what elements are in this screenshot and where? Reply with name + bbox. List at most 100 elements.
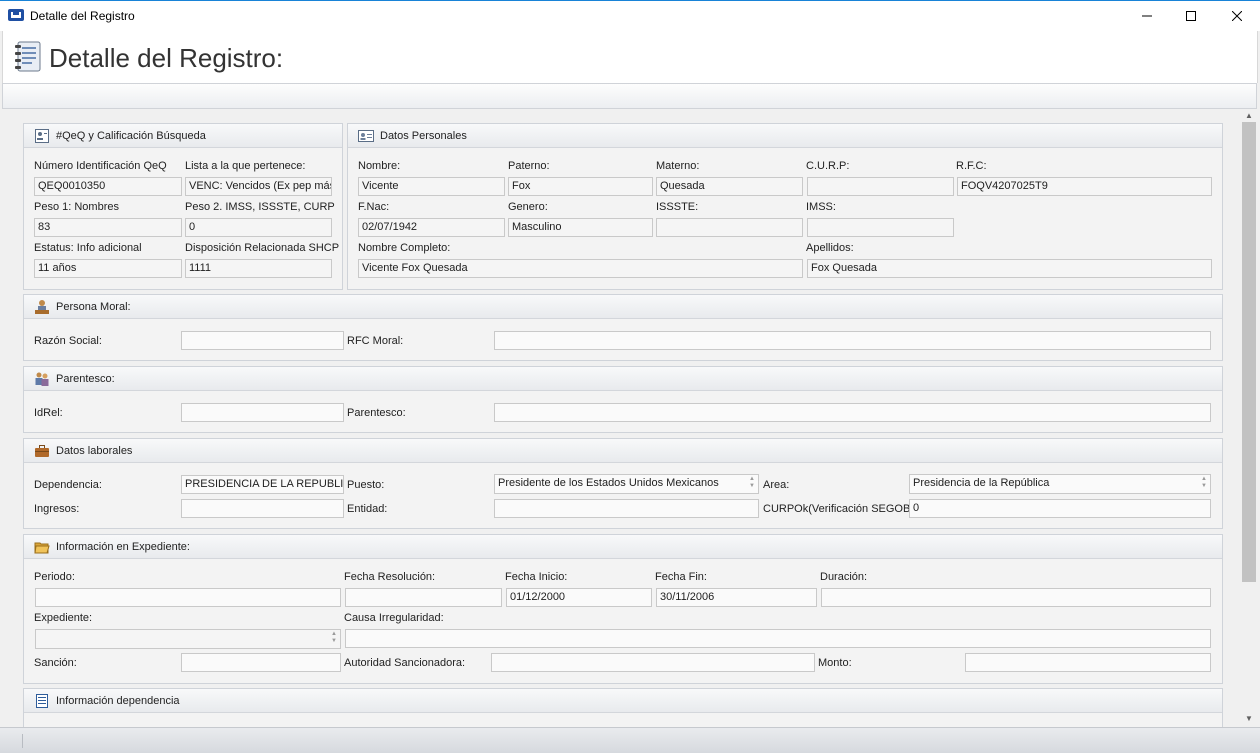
disposicion-field[interactable]: 1111 <box>185 259 332 278</box>
sancion-field[interactable] <box>181 653 341 672</box>
fecha-fin-label: Fecha Fin: <box>655 571 707 583</box>
curpok-field[interactable]: 0 <box>909 499 1211 518</box>
numero-field[interactable]: QEQ0010350 <box>34 177 182 196</box>
puesto-field[interactable]: Presidente de los Estados Unidos Mexican… <box>494 474 759 494</box>
spin-arrows-icon[interactable]: ▲ ▼ <box>1201 476 1207 490</box>
apellidos-field[interactable]: Fox Quesada <box>807 259 1212 278</box>
group-persona-moral: Persona Moral: Razón Social: RFC Moral: <box>23 294 1223 361</box>
minimize-button[interactable] <box>1124 1 1170 31</box>
close-icon <box>1232 11 1242 21</box>
window-title: Detalle del Registro <box>30 9 135 23</box>
dependencia-label: Dependencia: <box>34 479 102 491</box>
area-value: Presidencia de la República <box>913 477 1050 489</box>
duracion-field[interactable] <box>821 588 1211 607</box>
autoridad-field[interactable] <box>491 653 815 672</box>
toolbar <box>2 83 1257 109</box>
group-parentesco: Parentesco: IdRel: Parentesco: <box>23 366 1223 433</box>
imss-field[interactable] <box>807 218 954 237</box>
rfc-field[interactable]: FOQV4207025T9 <box>957 177 1212 196</box>
monto-label: Monto: <box>818 657 852 669</box>
people-icon <box>35 372 49 386</box>
maximize-button[interactable] <box>1168 1 1214 31</box>
area-field[interactable]: Presidencia de la República ▲ ▼ <box>909 474 1211 494</box>
fecha-resolucion-field[interactable] <box>345 588 502 607</box>
group-personales-header: Datos Personales <box>348 124 1222 148</box>
nombre-completo-label: Nombre Completo: <box>358 242 451 254</box>
page-header: Detalle del Registro: <box>2 31 1258 83</box>
estatus-field[interactable]: 11 años <box>34 259 182 278</box>
area-label: Area: <box>763 479 790 491</box>
monto-field[interactable] <box>965 653 1211 672</box>
sancion-label: Sanción: <box>34 657 77 669</box>
peso1-field[interactable]: 83 <box>34 218 182 237</box>
nombre-field[interactable]: Vicente <box>358 177 505 196</box>
duracion-label: Duración: <box>820 571 868 583</box>
nombre-label: Nombre: <box>358 160 401 172</box>
peso2-label: Peso 2. IMSS, ISSSTE, CURP <box>185 201 335 213</box>
group-laborales-header: Datos laborales <box>24 439 1222 463</box>
scrollbar-thumb[interactable] <box>1242 122 1256 582</box>
folder-icon <box>34 542 50 553</box>
ingresos-field[interactable] <box>181 499 344 518</box>
rfc-moral-label: RFC Moral: <box>347 335 404 347</box>
issste-field[interactable] <box>656 218 803 237</box>
expediente-field[interactable]: ▲ ▼ <box>35 629 341 649</box>
rfc-moral-field[interactable] <box>494 331 1211 350</box>
razon-social-label: Razón Social: <box>34 335 102 347</box>
entidad-field[interactable] <box>494 499 759 518</box>
group-info-dependencia-title: Información dependencia <box>56 694 180 707</box>
scroll-down-icon[interactable]: ▼ <box>1244 714 1254 724</box>
dependencia-field[interactable]: PRESIDENCIA DE LA REPUBLICA <box>181 475 344 494</box>
periodo-label: Periodo: <box>34 571 75 583</box>
periodo-field[interactable] <box>35 588 341 607</box>
close-button[interactable] <box>1214 1 1260 31</box>
entidad-label: Entidad: <box>347 503 388 515</box>
peso2-field[interactable]: 0 <box>185 218 332 237</box>
group-datos-laborales: Datos laborales Dependencia: PRESIDENCIA… <box>23 438 1223 529</box>
genero-label: Genero: <box>508 201 548 213</box>
minimize-icon <box>1142 15 1152 17</box>
window-titlebar: Detalle del Registro <box>0 0 1260 31</box>
curp-field[interactable] <box>807 177 954 196</box>
numero-label: Número Identificación QeQ <box>34 160 167 172</box>
fecha-fin-field[interactable]: 30/11/2006 <box>656 588 817 607</box>
vertical-scrollbar[interactable]: ▲ ▼ <box>1240 110 1258 727</box>
estatus-label: Estatus: Info adicional <box>34 242 142 254</box>
spin-arrows-icon[interactable]: ▲ ▼ <box>749 476 755 490</box>
causa-field[interactable] <box>345 629 1211 648</box>
notebook-icon <box>15 41 41 72</box>
paterno-field[interactable]: Fox <box>508 177 653 196</box>
group-moral-title: Persona Moral: <box>56 300 131 313</box>
group-expediente-header: Información en Expediente: <box>24 535 1222 559</box>
scroll-up-icon[interactable]: ▲ <box>1244 111 1254 121</box>
causa-label: Causa Irregularidad: <box>344 612 444 624</box>
idrel-field[interactable] <box>181 403 344 422</box>
peso1-label: Peso 1: Nombres <box>34 201 119 213</box>
puesto-label: Puesto: <box>347 479 385 491</box>
fecha-resolucion-label: Fecha Resolución: <box>344 571 436 583</box>
genero-field[interactable]: Masculino <box>508 218 653 237</box>
razon-social-field[interactable] <box>181 331 344 350</box>
nombre-completo-field[interactable]: Vicente Fox Quesada <box>358 259 803 278</box>
spin-arrows-icon[interactable]: ▲ ▼ <box>331 631 337 645</box>
fnac-field[interactable]: 02/07/1942 <box>358 218 505 237</box>
id-card-icon <box>35 128 49 143</box>
lista-field[interactable]: VENC: Vencidos (Ex pep más <box>185 177 332 196</box>
paterno-label: Paterno: <box>508 160 550 172</box>
fecha-inicio-field[interactable]: 01/12/2000 <box>506 588 652 607</box>
curpok-label: CURPOk(Verificación SEGOB): <box>763 503 918 515</box>
contact-card-icon <box>358 129 374 142</box>
status-bar <box>0 727 1260 753</box>
briefcase-icon <box>35 444 49 457</box>
lista-label: Lista a la que pertenece: <box>185 160 306 172</box>
person-desk-icon <box>35 299 49 314</box>
autoridad-label: Autoridad Sancionadora: <box>344 657 466 669</box>
group-personales-title: Datos Personales <box>380 129 467 142</box>
status-grip <box>22 734 23 748</box>
fecha-inicio-label: Fecha Inicio: <box>505 571 568 583</box>
apellidos-label: Apellidos: <box>806 242 854 254</box>
parentesco-field[interactable] <box>494 403 1211 422</box>
imss-label: IMSS: <box>806 201 836 213</box>
materno-field[interactable]: Quesada <box>656 177 803 196</box>
detail-content: #QeQ y Calificación Búsqueda Número Iden… <box>2 110 1238 727</box>
